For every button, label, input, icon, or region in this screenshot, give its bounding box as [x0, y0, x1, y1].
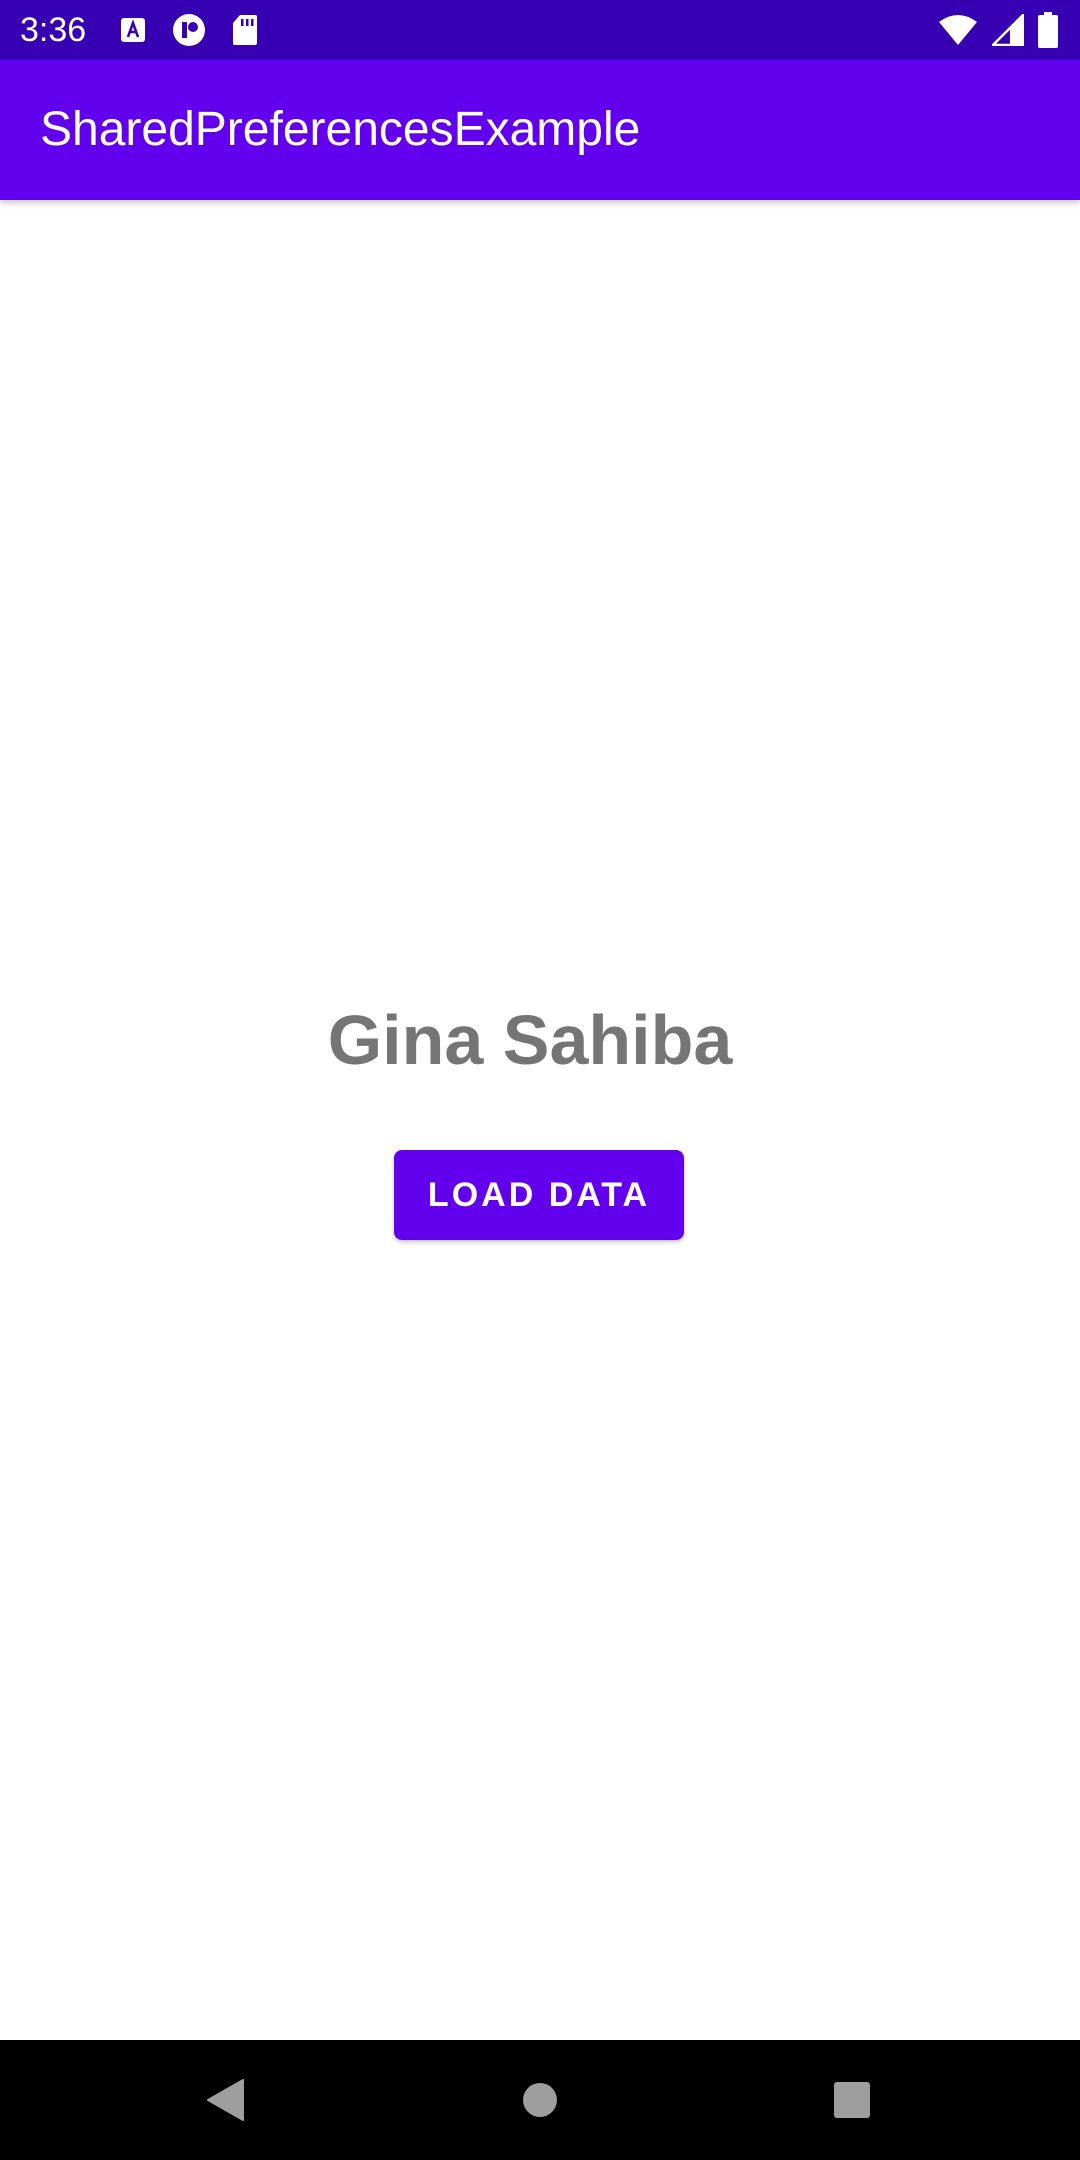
system-icons — [938, 12, 1058, 48]
a-notification-icon — [120, 17, 146, 43]
notification-icons — [120, 14, 258, 46]
app-title: SharedPreferencesExample — [40, 103, 641, 156]
navigation-bar — [0, 2040, 1080, 2160]
recents-button[interactable] — [822, 2070, 882, 2130]
app-bar: SharedPreferencesExample — [0, 60, 1080, 200]
at-notification-icon — [172, 13, 206, 47]
load-data-button[interactable]: LOAD DATA — [394, 1150, 684, 1240]
main-content: Gina Sahiba LOAD DATA — [0, 200, 1080, 2040]
status-bar: 3:36 — [0, 0, 1080, 60]
sd-card-icon — [232, 14, 258, 46]
name-text-view: Gina Sahiba — [327, 1001, 733, 1079]
back-icon — [205, 2078, 245, 2122]
recents-icon — [833, 2081, 871, 2119]
home-icon — [522, 2082, 558, 2118]
home-button[interactable] — [510, 2070, 570, 2130]
back-button[interactable] — [195, 2070, 255, 2130]
app-screen: 3:36 SharedPreferencesExample Gina Sahib… — [0, 0, 1080, 2160]
status-time: 3:36 — [20, 11, 87, 49]
cell-signal-icon — [992, 14, 1024, 46]
wifi-icon — [938, 14, 978, 46]
battery-icon — [1038, 12, 1058, 48]
